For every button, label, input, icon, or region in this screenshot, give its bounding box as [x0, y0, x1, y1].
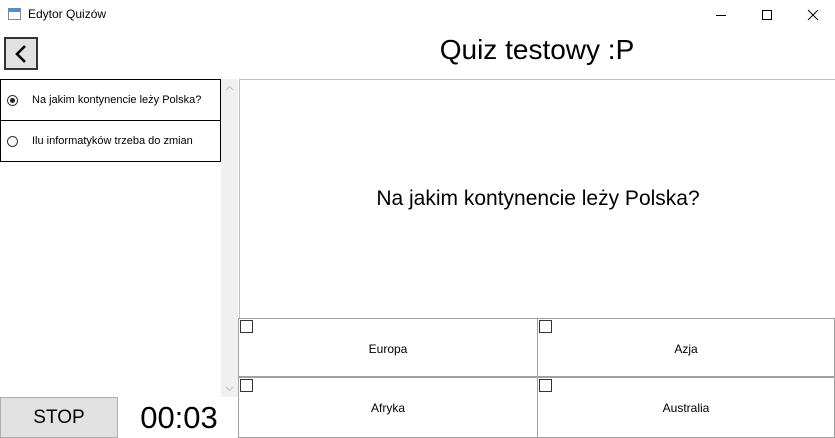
answer-option[interactable]: Afryka — [238, 377, 538, 438]
answer-checkbox[interactable] — [539, 379, 552, 392]
question-radio[interactable] — [7, 136, 18, 147]
answer-label: Azja — [674, 342, 698, 356]
answer-checkbox[interactable] — [539, 320, 552, 333]
question-panel: Na jakim kontynencie leży Polska? — [239, 79, 835, 319]
answer-label: Afryka — [370, 401, 405, 415]
answer-option[interactable]: Australia — [537, 377, 835, 438]
window-title: Edytor Quizów — [28, 7, 107, 21]
question-list-item-label: Na jakim kontynencie leży Polska? — [32, 94, 202, 106]
answer-option[interactable]: Azja — [537, 318, 835, 377]
app-window-icon — [8, 8, 21, 20]
question-list: Na jakim kontynencie leży Polska? Ilu in… — [0, 79, 221, 397]
question-list-item-label: Ilu informatyków trzeba do zmian — [32, 135, 193, 147]
question-radio[interactable] — [7, 95, 18, 106]
maximize-button[interactable] — [744, 0, 790, 30]
question-list-item[interactable]: Na jakim kontynencie leży Polska? — [0, 79, 221, 121]
question-text: Na jakim kontynencie leży Polska? — [376, 187, 700, 210]
back-button[interactable] — [4, 37, 38, 70]
close-icon — [807, 9, 819, 21]
chevron-down-icon — [225, 386, 234, 391]
answer-label: Europa — [368, 342, 408, 356]
answer-checkbox[interactable] — [240, 320, 253, 333]
answer-checkbox[interactable] — [240, 379, 253, 392]
chevron-left-icon — [15, 44, 26, 63]
scroll-up-button[interactable] — [221, 79, 238, 96]
title-bar: Edytor Quizów — [0, 0, 835, 30]
quiz-title: Quiz testowy :P — [439, 34, 635, 65]
stop-button[interactable]: STOP — [0, 397, 118, 438]
answer-label: Australia — [662, 401, 710, 415]
maximize-icon — [762, 10, 772, 20]
timer-display: 00:03 — [140, 399, 218, 435]
minimize-button[interactable] — [698, 0, 744, 30]
scroll-down-button[interactable] — [221, 380, 238, 397]
question-list-scrollbar[interactable] — [221, 79, 238, 397]
answer-option[interactable]: Europa — [238, 318, 538, 377]
close-button[interactable] — [790, 0, 835, 30]
chevron-up-icon — [225, 85, 234, 90]
question-list-item[interactable]: Ilu informatyków trzeba do zmian — [0, 120, 221, 162]
minimize-icon — [716, 15, 726, 16]
